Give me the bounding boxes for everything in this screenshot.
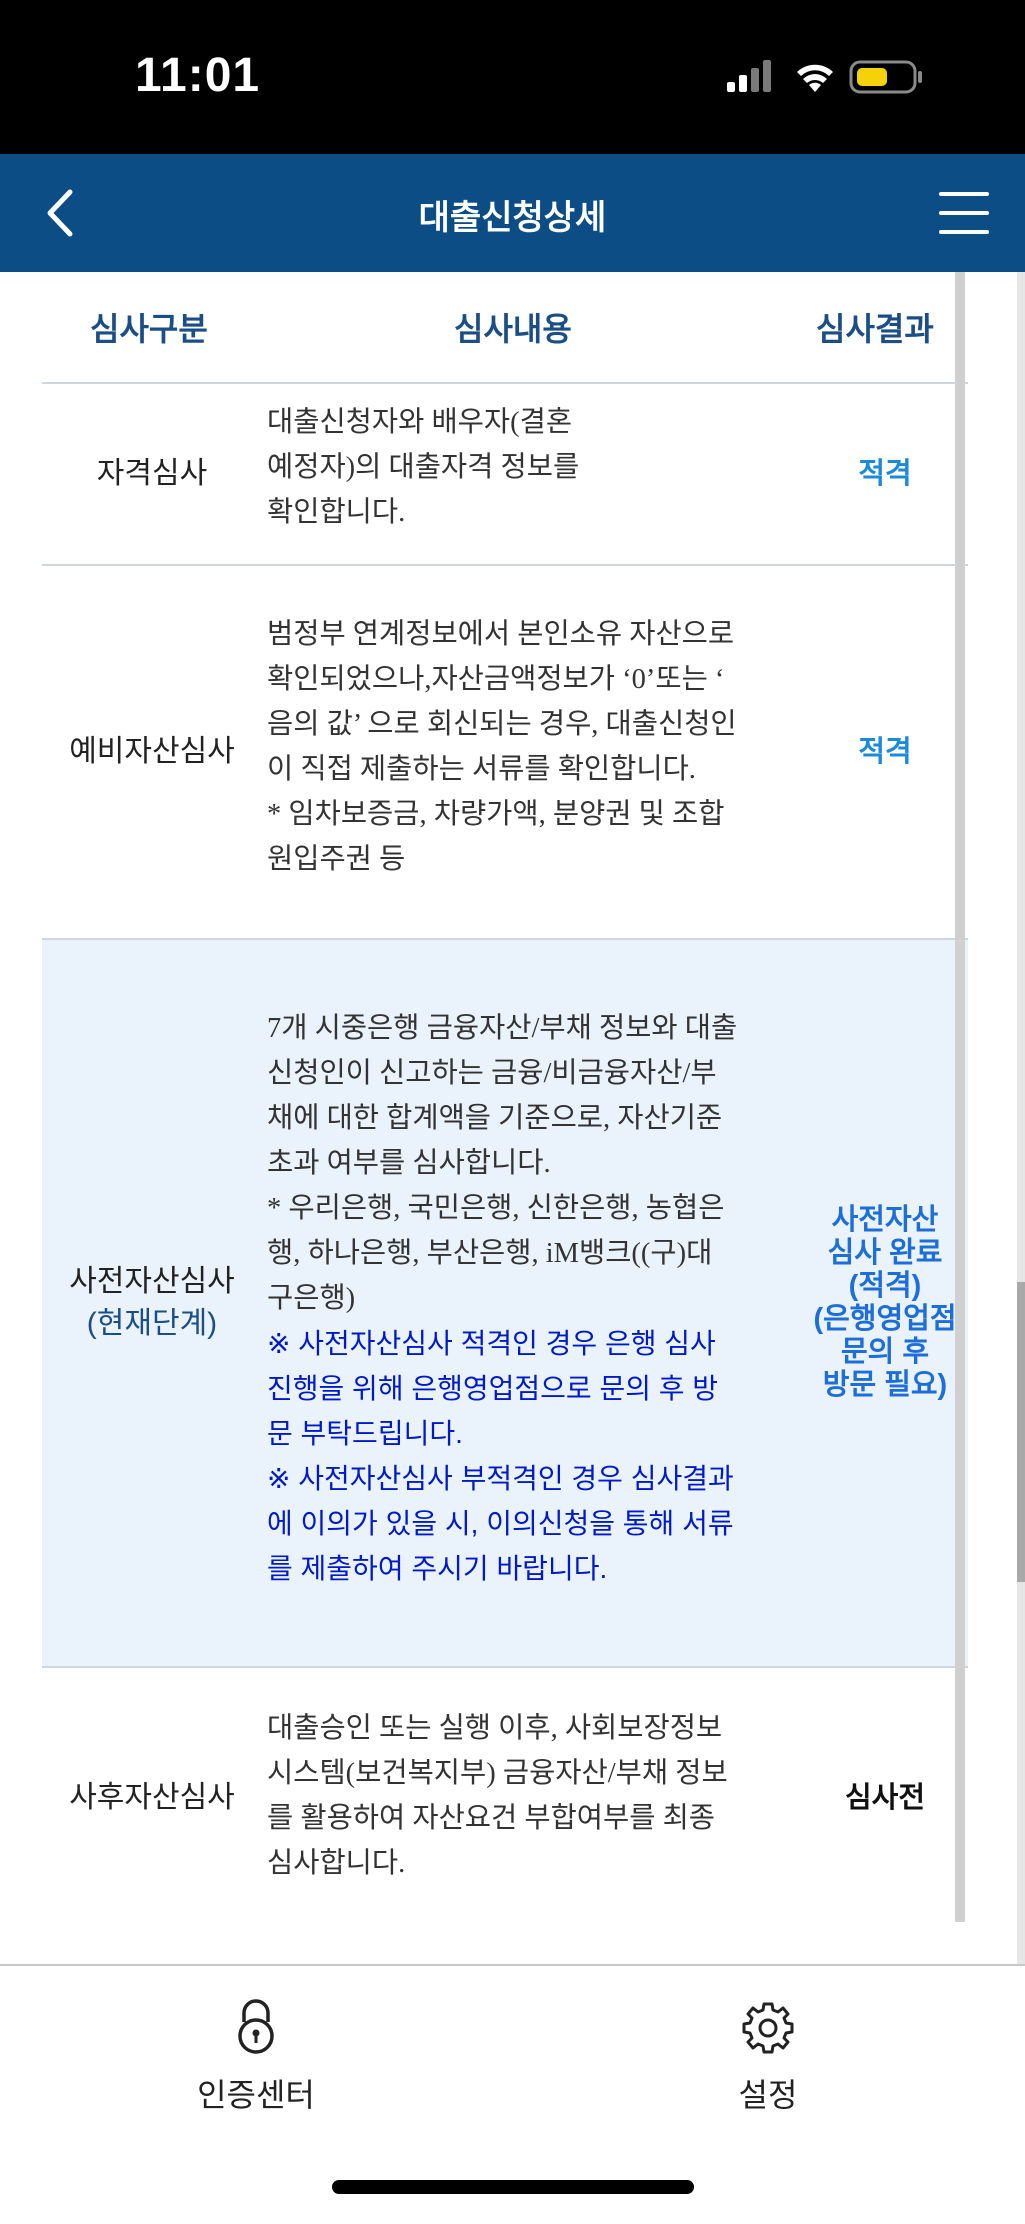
table-scrollbar[interactable] bbox=[955, 272, 965, 1922]
column-header-result: 심사결과 bbox=[816, 311, 934, 347]
notice-line: 진행을 위해 은행영업점으로 문의 후 방 bbox=[267, 1373, 719, 1404]
row-content: 대출승인 또는 실행 이후, 사회보장정보 시스템(보건복지부) 금융자산/부채… bbox=[267, 1706, 767, 1886]
row-content: 7개 시중은행 금융자산/부채 정보와 대출 신청인이 신고하는 금융/비금융자… bbox=[267, 1006, 767, 1591]
tab-auth-center-label: 인증센터 bbox=[197, 2077, 315, 2113]
cellular-signal-icon bbox=[727, 60, 771, 92]
row-type: 예비자산심사 bbox=[69, 735, 235, 768]
content-line: * 우리은행, 국민은행, 신한은행, 농협은 bbox=[267, 1193, 725, 1224]
result-line: 심사 완료 bbox=[827, 1237, 943, 1269]
content-line: 확인합니다. bbox=[267, 497, 406, 528]
current-stage-label: (현재단계) bbox=[86, 1307, 218, 1340]
home-indicator[interactable] bbox=[332, 2180, 694, 2194]
row-result: 심사전 bbox=[844, 1782, 926, 1814]
tab-auth-center[interactable]: 인증센터 bbox=[146, 1996, 366, 2116]
review-table: 심사구분 심사내용 심사결과 자격심사 대출신청자와 배우자(결혼 예정자)의 … bbox=[42, 272, 968, 1928]
content-line: 원입주권 등 bbox=[267, 844, 406, 875]
content-line: 채에 대한 합계액을 기준으로, 자산기준 bbox=[267, 1103, 723, 1134]
row-type: 자격심사 bbox=[96, 457, 208, 490]
status-bar: 11:01 bbox=[0, 0, 1025, 154]
row-content: 대출신청자와 배우자(결혼 예정자)의 대출자격 정보를 확인합니다. bbox=[267, 400, 767, 535]
menu-button[interactable] bbox=[933, 182, 997, 246]
content-line: 대출승인 또는 실행 이후, 사회보장정보 bbox=[267, 1713, 723, 1744]
content-line: 신청인이 신고하는 금융/비금융자산/부 bbox=[267, 1058, 717, 1089]
result-line: (은행영업점 bbox=[813, 1303, 957, 1335]
content-line: 7개 시중은행 금융자산/부채 정보와 대출 bbox=[267, 1013, 738, 1044]
row-content: 범정부 연계정보에서 본인소유 자산으로 확인되었으나,자산금액정보가 ‘0’또… bbox=[267, 612, 767, 882]
column-header-content: 심사내용 bbox=[454, 311, 572, 347]
table-row-preliminary-asset: 예비자산심사 범정부 연계정보에서 본인소유 자산으로 확인되었으나,자산금액정… bbox=[42, 566, 968, 940]
content-line: 범정부 연계정보에서 본인소유 자산으로 bbox=[267, 619, 735, 650]
table-header: 심사구분 심사내용 심사결과 bbox=[42, 272, 968, 384]
row-result: 사전자산 심사 완료 (적격) (은행영업점 문의 후 방문 필요) bbox=[802, 1204, 968, 1402]
table-row-qualification: 자격심사 대출신청자와 배우자(결혼 예정자)의 대출자격 정보를 확인합니다.… bbox=[42, 384, 968, 566]
notice-line: ※ 사전자산심사 부적격인 경우 심사결과 bbox=[267, 1463, 734, 1494]
content-line: 대출신청자와 배우자(결혼 bbox=[267, 407, 573, 438]
result-line: 사전자산 bbox=[831, 1204, 939, 1236]
row-result: 적격 bbox=[858, 458, 912, 490]
notice-line: 를 제출하여 주시기 바랍니다. bbox=[267, 1553, 608, 1584]
content-line: 행, 하나은행, 부산은행, iM뱅크((구)대 bbox=[267, 1238, 713, 1269]
row-type: 사후자산심사 bbox=[69, 1781, 235, 1814]
content-line: 음의 값’ 으로 회신되는 경우, 대출신청인 bbox=[267, 709, 737, 740]
result-line: 문의 후 bbox=[840, 1336, 930, 1368]
battery-icon bbox=[849, 60, 922, 94]
result-line: (적격) bbox=[848, 1270, 922, 1302]
row-type-label: 사전자산심사 bbox=[69, 1265, 235, 1298]
hamburger-icon bbox=[939, 192, 989, 234]
app-header: 대출신청상세 bbox=[0, 154, 1025, 272]
content-line: 초과 여부를 심사합니다. bbox=[267, 1148, 551, 1179]
content-area[interactable]: 심사구분 심사내용 심사결과 자격심사 대출신청자와 배우자(결혼 예정자)의 … bbox=[0, 272, 1025, 1964]
notice-line: 에 이의가 있을 시, 이의신청을 통해 서류 bbox=[267, 1508, 734, 1539]
row-type: 사전자산심사 (현재단계) bbox=[42, 1261, 262, 1345]
lock-icon bbox=[238, 1999, 274, 2054]
content-line: 를 활용하여 자산요건 부합여부를 최종 bbox=[267, 1803, 716, 1834]
tab-settings[interactable]: 설정 bbox=[658, 1996, 878, 2116]
table-row-post-asset: 사후자산심사 대출승인 또는 실행 이후, 사회보장정보 시스템(보건복지부) … bbox=[42, 1668, 968, 1928]
table-row-pre-asset-current: 사전자산심사 (현재단계) 7개 시중은행 금융자산/부채 정보와 대출 신청인… bbox=[42, 940, 968, 1668]
gear-icon bbox=[742, 2002, 794, 2054]
page-scrollbar-thumb[interactable] bbox=[1017, 1282, 1025, 1582]
status-time: 11:01 bbox=[135, 49, 261, 102]
content-line: 시스템(보건복지부) 금융자산/부채 정보 bbox=[267, 1758, 728, 1789]
page-title: 대출신청상세 bbox=[418, 199, 607, 237]
content-line: * 임차보증금, 차량가액, 분양권 및 조합 bbox=[267, 799, 725, 830]
content-line: 심사합니다. bbox=[267, 1848, 406, 1879]
content-line: 예정자)의 대출자격 정보를 bbox=[267, 452, 580, 483]
content-line: 확인되었으나,자산금액정보가 ‘0’또는 ‘ bbox=[267, 664, 725, 695]
content-line: 구은행) bbox=[267, 1283, 356, 1314]
status-icons bbox=[727, 60, 922, 94]
result-line: 방문 필요) bbox=[822, 1369, 948, 1401]
wifi-icon bbox=[797, 64, 833, 92]
tab-settings-label: 설정 bbox=[738, 2077, 798, 2113]
notice-line: 문 부탁드립니다. bbox=[267, 1418, 463, 1449]
notice-line: ※ 사전자산심사 적격인 경우 은행 심사 bbox=[267, 1328, 716, 1359]
row-result: 적격 bbox=[858, 736, 912, 768]
content-line: 이 직접 제출하는 서류를 확인합니다. bbox=[267, 754, 696, 785]
page-scrollbar[interactable] bbox=[1017, 272, 1025, 1964]
column-header-type: 심사구분 bbox=[90, 311, 208, 347]
